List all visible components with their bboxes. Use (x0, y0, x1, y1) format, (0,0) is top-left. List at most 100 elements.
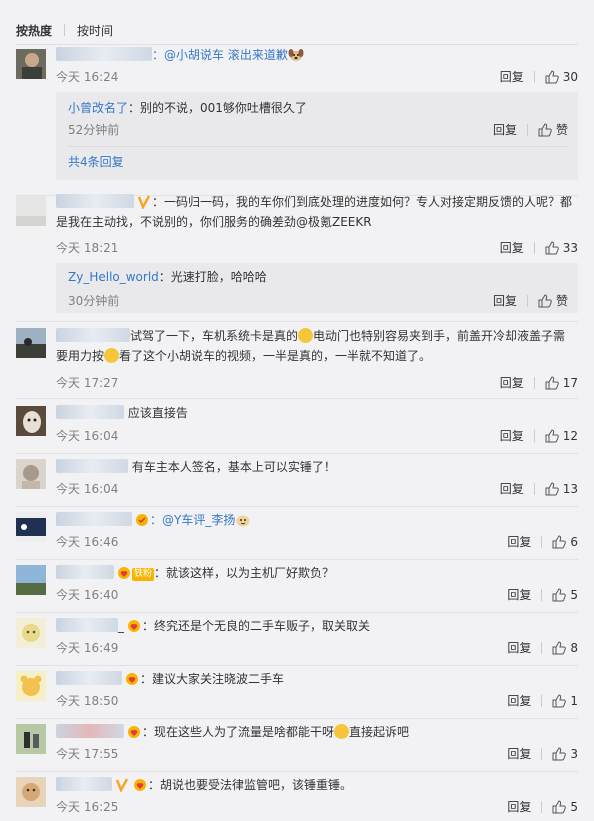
comment-time: 今天 16:24 (56, 70, 119, 84)
heart-badge-icon (126, 725, 142, 739)
like-button[interactable]: 3 (552, 744, 578, 764)
comment-body-part2: 直接起诉吧 (349, 725, 410, 739)
avatar[interactable] (16, 618, 46, 648)
avatar[interactable] (16, 459, 46, 489)
reply-button[interactable]: 回复 (500, 67, 524, 87)
comment-item: ：胡说也要受法律监管吧，该锤重锤。 今天 16:25 回复 5 (16, 777, 578, 821)
avatar[interactable] (16, 671, 46, 701)
heart-badge-icon (124, 672, 140, 686)
reply-button[interactable]: 回复 (507, 797, 531, 817)
username-blurred[interactable] (56, 618, 118, 632)
like-button[interactable]: 赞 (538, 120, 568, 140)
like-button[interactable]: 17 (545, 373, 578, 393)
comment-body-part3: 要用力按 (56, 349, 105, 363)
username-blurred[interactable] (56, 724, 124, 738)
username-blurred[interactable] (56, 405, 124, 419)
username-blurred[interactable] (56, 459, 128, 473)
username-blurred[interactable] (56, 47, 152, 61)
reply-body: ：别的不说，001够你吐槽很久了 (128, 101, 307, 115)
avatar[interactable] (16, 565, 46, 595)
comment-body-part4: 看了这个小胡说车的视频，一半是真的，一半就不知道了。 (119, 349, 432, 363)
comment-divider (16, 453, 578, 454)
avatar[interactable] (16, 512, 46, 542)
like-button[interactable]: 30 (545, 67, 578, 87)
comment-time: 今天 16:25 (56, 800, 119, 814)
avatar-image (16, 618, 46, 648)
comment-body: 应该直接告 (127, 406, 188, 420)
reply-button[interactable]: 回复 (493, 291, 517, 311)
username-blurred[interactable] (56, 512, 132, 526)
like-button[interactable]: 5 (552, 585, 578, 605)
username-blurred[interactable] (56, 777, 112, 791)
like-count: 5 (570, 588, 578, 602)
comment-meta: 今天 18:21 回复 33 (56, 238, 578, 258)
like-count: 30 (562, 70, 578, 84)
action-divider (533, 483, 535, 495)
username-blurred[interactable] (56, 565, 114, 579)
reply-button[interactable]: 回复 (493, 120, 517, 140)
comment-actions: 回复 5 (507, 797, 578, 817)
like-button[interactable]: 6 (552, 532, 578, 552)
comment-item: 试驾了一下，车机系统卡是真的 电动门也特别容易夹到手，前盖开冷却液盖子需 要用力按… (16, 328, 578, 404)
like-button[interactable]: 8 (552, 638, 578, 658)
reply-button[interactable]: 回复 (507, 691, 531, 711)
sort-divider (64, 24, 66, 36)
comment-meta: 今天 16:49 回复 8 (56, 638, 578, 658)
comment-actions: 回复 13 (500, 479, 578, 499)
reply-username[interactable]: 小曾改名了 (68, 101, 128, 115)
like-button[interactable]: 33 (545, 238, 578, 258)
thumbs-up-icon (552, 588, 567, 602)
v-badge-icon (114, 778, 130, 793)
action-divider (533, 71, 535, 83)
reply-text: Zy_Hello_world：光速打脸，哈哈哈 (68, 267, 267, 287)
comment-meta: 今天 16:04 回复 12 (56, 426, 578, 446)
like-count: 12 (562, 429, 578, 443)
reply-actions: 回复 赞 (493, 120, 568, 140)
avatar[interactable] (16, 777, 46, 807)
reply-button[interactable]: 回复 (507, 532, 531, 552)
reply-button[interactable]: 回复 (507, 638, 531, 658)
action-divider (541, 695, 543, 707)
comment-meta: 今天 17:27 回复 17 (56, 373, 578, 393)
reply-meta: 52分钟前 回复 赞 (68, 120, 568, 140)
more-replies-link[interactable]: 共4条回复 (68, 152, 124, 172)
sort-by-hot-tab[interactable]: 按热度 (16, 22, 52, 39)
avatar[interactable] (16, 406, 46, 436)
comment-time: 今天 16:46 (56, 535, 119, 549)
like-button[interactable]: 赞 (538, 291, 568, 311)
reply-button[interactable]: 回复 (500, 426, 524, 446)
username-blurred[interactable] (56, 194, 134, 208)
action-divider (526, 295, 528, 307)
comment-time: 今天 16:49 (56, 641, 119, 655)
username-blurred[interactable] (56, 671, 122, 685)
avatar[interactable] (16, 724, 46, 754)
reply-button[interactable]: 回复 (507, 744, 531, 764)
reply-button[interactable]: 回复 (500, 238, 524, 258)
avatar[interactable] (16, 196, 46, 226)
comment-time: 今天 18:50 (56, 694, 119, 708)
comment-meta: 今天 16:40 回复 5 (56, 585, 578, 605)
reply-username[interactable]: Zy_Hello_world (68, 270, 159, 284)
like-button[interactable]: 5 (552, 797, 578, 817)
like-button[interactable]: 12 (545, 426, 578, 446)
like-button[interactable]: 1 (552, 691, 578, 711)
reply-time: 30分钟前 (68, 294, 120, 308)
reply-button[interactable]: 回复 (500, 373, 524, 393)
reply-button[interactable]: 回复 (500, 479, 524, 499)
username-blurred[interactable] (56, 328, 130, 342)
comment-body: ：终究还是个无良的二手车贩子，取关取关 (142, 619, 371, 633)
comment-item: ：@Y车评_李扬 今天 16:46 回复 6 (16, 512, 578, 564)
comment-time: 今天 17:55 (56, 747, 119, 761)
avatar[interactable] (16, 49, 46, 79)
avatar[interactable] (16, 328, 46, 358)
sort-by-time-tab[interactable]: 按时间 (77, 22, 113, 39)
comment-item: ：@小胡说车 滚出来道歉 今天 16:24 回复 30 小曾改名了：别的不说，0… (16, 47, 578, 197)
comment-text: 试驾了一下，车机系统卡是真的 电动门也特别容易夹到手，前盖开冷却液盖子需 要用力按… (56, 326, 572, 366)
comment-divider (16, 398, 578, 399)
action-divider (533, 430, 535, 442)
heart-badge-icon (126, 619, 142, 633)
avatar-image (16, 565, 46, 595)
reply-button[interactable]: 回复 (507, 585, 531, 605)
comment-text: ：@小胡说车 滚出来道歉 (56, 45, 572, 65)
like-button[interactable]: 13 (545, 479, 578, 499)
